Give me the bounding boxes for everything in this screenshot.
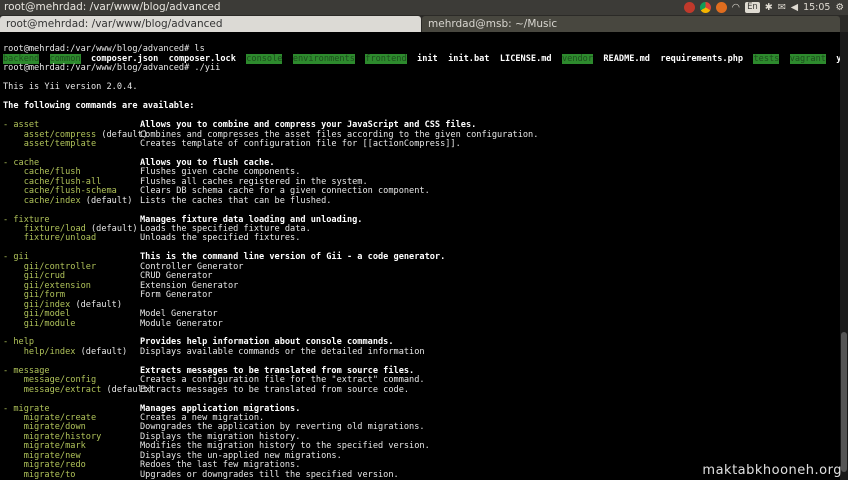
file-entry: init.bat bbox=[448, 53, 490, 64]
directory-entry: vagrant bbox=[789, 53, 826, 64]
file-entry: README.md bbox=[603, 53, 650, 64]
command-description: Extracts messages to be translated from … bbox=[140, 384, 410, 395]
gear-icon[interactable]: ⚙ bbox=[835, 2, 844, 13]
default-marker: (default) bbox=[70, 299, 123, 310]
directory-entry: environments bbox=[292, 53, 355, 64]
command-row: help/index (default) Displays available c… bbox=[3, 346, 425, 357]
version-text: This is Yii version 2.0.4. bbox=[3, 82, 138, 93]
command-row: migrate/to Upgrades or downgrades till th… bbox=[3, 469, 399, 480]
tab-bar: root@mehrdad: /var/www/blog/advanced meh… bbox=[0, 15, 848, 32]
command-name: gii/module bbox=[23, 318, 76, 329]
clock[interactable]: 15:05 bbox=[803, 2, 830, 13]
command-name: fixture/unload bbox=[23, 233, 97, 244]
tab-advanced[interactable]: root@mehrdad: /var/www/blog/advanced bbox=[0, 16, 421, 32]
record-icon[interactable] bbox=[683, 2, 695, 13]
command-row: fixture/unload Unloads the specified fixt… bbox=[3, 233, 301, 244]
command-description: Creates template of configuration file f… bbox=[140, 138, 461, 149]
command-name: asset/template bbox=[23, 138, 97, 149]
available-heading: The following commands are available: bbox=[3, 101, 195, 112]
file-entry: requirements.php bbox=[660, 53, 744, 64]
command-name: migrate/to bbox=[23, 469, 76, 480]
command-row: cache/index (default) Lists the caches th… bbox=[3, 195, 332, 206]
browser-icon[interactable] bbox=[715, 2, 727, 13]
scrollbar[interactable] bbox=[840, 32, 848, 480]
top-panel: root@mehrdad: /var/www/blog/advanced ◠ E… bbox=[0, 0, 848, 15]
command-name: message/extract bbox=[23, 384, 102, 395]
directory-entry: tests bbox=[753, 53, 780, 64]
terminal-output[interactable]: root@mehrdad:/var/www/blog/advanced# ls b… bbox=[0, 32, 840, 480]
keyboard-layout[interactable]: En bbox=[745, 2, 760, 13]
window-title: root@mehrdad: /var/www/blog/advanced bbox=[4, 1, 221, 13]
command-description: Lists the caches that can be flushed. bbox=[140, 195, 332, 206]
command-row: gii/module Module Generator bbox=[3, 318, 223, 329]
command-description: Displays available commands or the detai… bbox=[140, 346, 425, 357]
file-entry: LICENSE.md bbox=[499, 53, 552, 64]
command-row: asset/template Creates template of config… bbox=[3, 138, 461, 149]
version-line: This is Yii version 2.0.4. bbox=[3, 82, 138, 92]
command-description: Upgrades or downgrades till the specifie… bbox=[140, 469, 399, 480]
prompt-text: root@mehrdad:/var/www/blog/advanced# ./y… bbox=[3, 63, 221, 74]
bluetooth-icon[interactable]: ✱ bbox=[765, 2, 773, 13]
scrollbar-thumb[interactable] bbox=[841, 332, 847, 472]
watermark: maktabkhooneh.org bbox=[702, 463, 842, 478]
volume-icon[interactable]: ◀ bbox=[791, 2, 798, 13]
default-marker: (default) bbox=[75, 346, 128, 357]
directory-entry: frontend bbox=[365, 53, 407, 64]
wifi-icon[interactable]: ◠ bbox=[732, 2, 740, 13]
tab-music[interactable]: mehrdad@msb: ~/Music bbox=[422, 16, 840, 32]
command-description: Unloads the specified fixtures. bbox=[140, 233, 301, 244]
system-tray: ◠ En ✱ ✉ ◀ 15:05 ⚙ bbox=[683, 1, 844, 14]
mail-icon[interactable]: ✉ bbox=[778, 2, 786, 13]
command-description: Form Generator bbox=[140, 290, 213, 301]
command-name: help/index bbox=[23, 346, 76, 357]
command-row: message/extract (default) Extracts messag… bbox=[3, 384, 409, 395]
prompt-line: root@mehrdad:/var/www/blog/advanced# ./y… bbox=[3, 63, 220, 73]
available-line: The following commands are available: bbox=[3, 101, 194, 111]
directory-entry: console bbox=[246, 53, 283, 64]
command-description: Module Generator bbox=[140, 318, 223, 329]
file-entry: init bbox=[417, 53, 438, 64]
directory-entry: vendor bbox=[561, 53, 594, 64]
chrome-icon[interactable] bbox=[699, 2, 711, 13]
default-marker: (default) bbox=[80, 195, 133, 206]
command-name: cache/index bbox=[23, 195, 81, 206]
